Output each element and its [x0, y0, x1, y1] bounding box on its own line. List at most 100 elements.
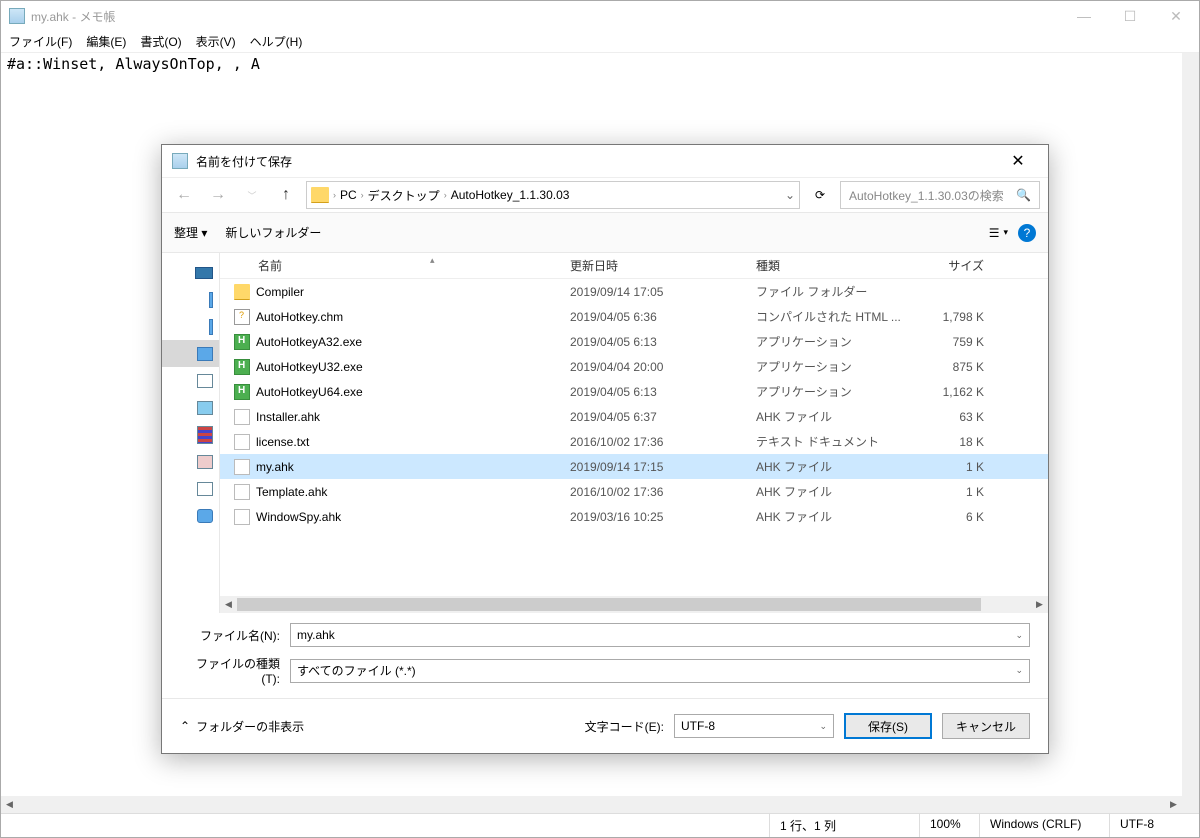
tree-item[interactable]	[162, 421, 219, 448]
filetype-label: ファイルの種類(T):	[180, 655, 290, 686]
nav-back-button[interactable]: ←	[170, 181, 198, 209]
breadcrumb-desktop[interactable]: デスクトップ	[368, 187, 440, 204]
dialog-titlebar: 名前を付けて保存 ✕	[162, 145, 1048, 177]
dialog-toolbar: 整理 ▾ 新しいフォルダー ☰▾ ?	[162, 213, 1048, 253]
file-type: アプリケーション	[756, 383, 922, 400]
dialog-close-button[interactable]: ✕	[998, 151, 1038, 171]
file-name: AutoHotkeyU64.exe	[256, 385, 363, 399]
folder-icon	[311, 187, 329, 203]
col-size[interactable]: サイズ	[922, 257, 992, 274]
tree-item[interactable]	[162, 286, 219, 313]
hide-folders-toggle[interactable]: ⌃フォルダーの非表示	[180, 718, 304, 735]
nav-up-button[interactable]: ↑	[272, 181, 300, 209]
address-bar[interactable]: › PC › デスクトップ › AutoHotkey_1.1.30.03 ⌄	[306, 181, 800, 209]
status-position: 1 行、1 列	[769, 814, 919, 837]
file-type: テキスト ドキュメント	[756, 433, 922, 450]
notepad-hscroll[interactable]: ◀▶	[1, 796, 1182, 813]
dialog-navbar: ← → ﹀ ↑ › PC › デスクトップ › AutoHotkey_1.1.3…	[162, 177, 1048, 213]
organize-button[interactable]: 整理 ▾	[174, 224, 207, 241]
filetype-select[interactable]: すべてのファイル (*.*)⌄	[290, 659, 1030, 683]
file-name: AutoHotkey.chm	[256, 310, 343, 324]
file-date: 2016/10/02 17:36	[570, 485, 756, 499]
tree-item[interactable]	[162, 448, 219, 475]
chevron-icon: ›	[444, 190, 447, 200]
nav-recent-button[interactable]: ﹀	[238, 181, 266, 209]
file-date: 2019/04/04 20:00	[570, 360, 756, 374]
help-icon[interactable]: ?	[1018, 224, 1036, 242]
minimize-button[interactable]: —	[1061, 1, 1107, 31]
notepad-vscroll[interactable]	[1182, 53, 1199, 813]
file-date: 2016/10/02 17:36	[570, 435, 756, 449]
search-icon: 🔍	[1016, 188, 1031, 202]
sort-icon: ▴	[430, 255, 435, 266]
tree-item-selected[interactable]	[162, 340, 219, 367]
file-row[interactable]: license.txt2016/10/02 17:36テキスト ドキュメント18…	[220, 429, 1048, 454]
file-row[interactable]: AutoHotkeyU32.exe2019/04/04 20:00アプリケーショ…	[220, 354, 1048, 379]
file-size: 1 K	[922, 460, 992, 474]
tree-item[interactable]	[162, 394, 219, 421]
save-button[interactable]: 保存(S)	[844, 713, 932, 739]
address-dropdown-icon[interactable]: ⌄	[785, 188, 795, 202]
file-date: 2019/04/05 6:37	[570, 410, 756, 424]
file-row[interactable]: AutoHotkeyA32.exe2019/04/05 6:13アプリケーション…	[220, 329, 1048, 354]
file-row[interactable]: AutoHotkeyU64.exe 2019/04/05 6:13アプリケーション…	[220, 379, 1048, 404]
breadcrumb-folder[interactable]: AutoHotkey_1.1.30.03	[451, 188, 570, 202]
menu-edit[interactable]: 編集(E)	[86, 33, 126, 50]
refresh-button[interactable]: ⟳	[806, 181, 834, 209]
breadcrumb-pc[interactable]: PC	[340, 188, 357, 202]
menu-help[interactable]: ヘルプ(H)	[250, 33, 303, 50]
tree-item[interactable]	[162, 367, 219, 394]
file-row[interactable]: Template.ahk2016/10/02 17:36AHK ファイル1 K	[220, 479, 1048, 504]
status-zoom: 100%	[919, 814, 979, 837]
file-row[interactable]: WindowSpy.ahk2019/03/16 10:25AHK ファイル6 K	[220, 504, 1048, 529]
dialog-bottom: ⌃フォルダーの非表示 文字コード(E): UTF-8⌄ 保存(S) キャンセル	[162, 698, 1048, 753]
file-icon	[234, 384, 250, 400]
col-name[interactable]: 名前▴	[220, 257, 570, 274]
filename-input[interactable]: my.ahk⌄	[290, 623, 1030, 647]
file-date: 2019/04/05 6:13	[570, 385, 756, 399]
file-row[interactable]: Installer.ahk2019/04/05 6:37AHK ファイル63 K	[220, 404, 1048, 429]
file-icon	[234, 409, 250, 425]
tree-item[interactable]	[162, 502, 219, 529]
encoding-label: 文字コード(E):	[585, 718, 664, 735]
view-mode-button[interactable]: ☰▾	[989, 226, 1008, 240]
tree-item[interactable]	[162, 259, 219, 286]
file-row[interactable]: Compiler2019/09/14 17:05ファイル フォルダー	[220, 279, 1048, 304]
file-type: ファイル フォルダー	[756, 283, 922, 300]
new-folder-button[interactable]: 新しいフォルダー	[225, 224, 321, 241]
search-placeholder: AutoHotkey_1.1.30.03の検索	[849, 187, 1004, 204]
file-icon	[234, 484, 250, 500]
col-type[interactable]: 種類	[756, 257, 922, 274]
menu-view[interactable]: 表示(V)	[196, 33, 236, 50]
chevron-icon: ›	[333, 190, 336, 200]
dropdown-icon[interactable]: ⌄	[1015, 665, 1023, 676]
menu-file[interactable]: ファイル(F)	[9, 33, 72, 50]
cancel-button[interactable]: キャンセル	[942, 713, 1030, 739]
encoding-select[interactable]: UTF-8⌄	[674, 714, 834, 738]
file-type: AHK ファイル	[756, 508, 922, 525]
dropdown-icon[interactable]: ⌄	[819, 721, 827, 732]
dropdown-icon[interactable]: ⌄	[1015, 630, 1023, 641]
close-button[interactable]: ✕	[1153, 1, 1199, 31]
file-size: 6 K	[922, 510, 992, 524]
file-row[interactable]: my.ahk2019/09/14 17:15AHK ファイル1 K	[220, 454, 1048, 479]
file-type: AHK ファイル	[756, 408, 922, 425]
file-list-pane: 名前▴ 更新日時 種類 サイズ Compiler2019/09/14 17:05…	[220, 253, 1048, 613]
notepad-content[interactable]: #a::Winset, AlwaysOnTop, , A	[1, 53, 1199, 75]
file-row[interactable]: AutoHotkey.chm2019/04/05 6:36コンパイルされた HT…	[220, 304, 1048, 329]
file-hscroll[interactable]: ◀▶	[220, 596, 1048, 613]
file-icon	[234, 334, 250, 350]
file-list[interactable]: Compiler2019/09/14 17:05ファイル フォルダーAutoHo…	[220, 279, 1048, 596]
menu-format[interactable]: 書式(O)	[140, 33, 181, 50]
tree-item[interactable]	[162, 475, 219, 502]
col-date[interactable]: 更新日時	[570, 257, 756, 274]
file-size: 759 K	[922, 335, 992, 349]
maximize-button[interactable]: ☐	[1107, 1, 1153, 31]
file-icon	[234, 509, 250, 525]
file-icon	[234, 459, 250, 475]
nav-forward-button[interactable]: →	[204, 181, 232, 209]
nav-tree[interactable]	[162, 253, 220, 613]
file-name: license.txt	[256, 435, 309, 449]
search-input[interactable]: AutoHotkey_1.1.30.03の検索 🔍	[840, 181, 1040, 209]
tree-item[interactable]	[162, 313, 219, 340]
